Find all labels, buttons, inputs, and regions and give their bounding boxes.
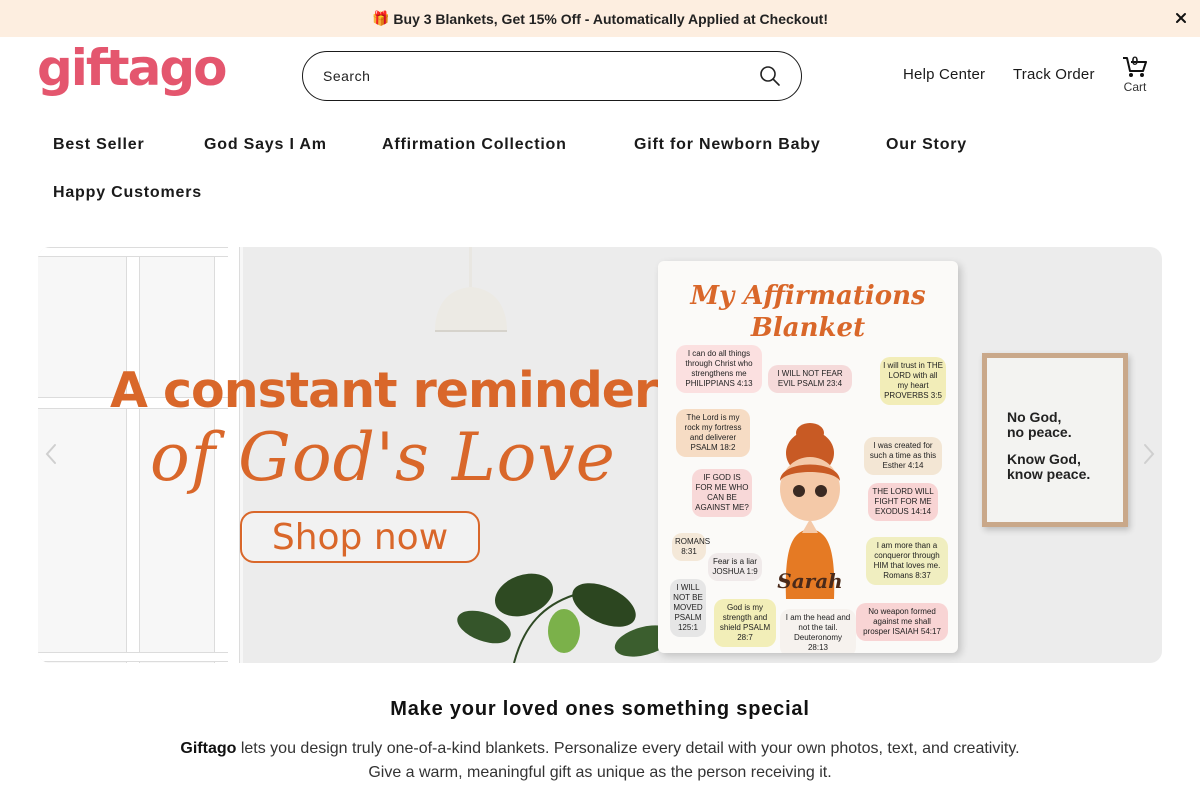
intro-text-2: Give a warm, meaningful gift as unique a… (368, 764, 832, 781)
gift-icon: 🎁 (371, 10, 390, 26)
affirmation-blanket-image: My Affirmations Blanket I can do all thi… (658, 261, 958, 653)
chevron-left-icon[interactable] (40, 437, 62, 471)
announcement-text: Buy 3 Blankets, Get 15% Off - Automatica… (393, 10, 829, 27)
verse-patch: I am the head and not the tail. Deuteron… (780, 609, 856, 653)
intro-section: Make your loved ones something special G… (0, 698, 1200, 785)
poster-line-1: No God, no peace. (1007, 409, 1072, 440)
verse-patch: I WILL NOT FEAR EVIL PSALM 23:4 (768, 365, 852, 393)
verse-patch: Fear is a liar JOSHUA 1:9 (708, 553, 762, 581)
blanket-title-line1: My Affirmations (690, 281, 926, 311)
poster-line-2: Know God, know peace. (1007, 451, 1091, 482)
chevron-right-icon[interactable] (1138, 437, 1160, 471)
verse-patch: ROMANS 8:31 (672, 533, 710, 561)
framed-poster-image: No God, no peace. Know God, know peace. (982, 353, 1128, 527)
nav-item-happy-customers[interactable]: Happy Customers (53, 184, 202, 202)
intro-paragraph: Giftago lets you design truly one-of-a-k… (0, 737, 1200, 785)
cart-count-badge: 0 (1131, 54, 1139, 68)
search-icon[interactable] (759, 65, 781, 87)
search-bar[interactable] (302, 51, 802, 101)
nav-item-affirmation-collection[interactable]: Affirmation Collection (382, 136, 567, 154)
intro-brand: Giftago (180, 740, 237, 757)
search-input[interactable] (323, 68, 759, 84)
cart-button[interactable]: 0 Cart (1118, 53, 1152, 99)
verse-patch: THE LORD WILL FIGHT FOR ME EXODUS 14:14 (868, 483, 938, 521)
banner-headline: A constant reminder (110, 362, 658, 419)
intro-text-1: lets you design truly one-of-a-kind blan… (236, 740, 1020, 757)
logo[interactable]: giftago (37, 43, 227, 93)
verse-patch: I was created for such a time as this Es… (864, 437, 942, 475)
verse-patch: I WILL NOT BE MOVED PSALM 125:1 (670, 579, 706, 637)
shop-now-button[interactable]: Shop now (240, 511, 480, 563)
nav-item-gift-for-newborn-baby[interactable]: Gift for Newborn Baby (634, 136, 821, 154)
blanket-title-line2: Blanket (750, 313, 866, 343)
verse-patch: No weapon formed against me shall prospe… (856, 603, 948, 641)
verse-patch: The Lord is my rock my fortress and deli… (676, 409, 750, 457)
nav-item-god-says-i-am[interactable]: God Says I Am (204, 136, 327, 154)
nav-item-our-story[interactable]: Our Story (886, 136, 967, 154)
close-icon[interactable] (1172, 9, 1190, 27)
banner-script-line: of God's Love (150, 419, 616, 496)
site-header: giftago Help Center Track Order 0 Cart (0, 37, 1200, 117)
pendant-lamp-image (435, 247, 507, 332)
intro-heading: Make your loved ones something special (390, 698, 810, 720)
announcement-bar: 🎁 Buy 3 Blankets, Get 15% Off - Automati… (0, 0, 1200, 37)
verse-patch: IF GOD IS FOR ME WHO CAN BE AGAINST ME? (692, 469, 752, 517)
help-center-link[interactable]: Help Center (903, 66, 985, 83)
cart-label: Cart (1123, 80, 1147, 94)
verse-patch: I will trust in THE LORD with all my hea… (880, 357, 946, 405)
track-order-link[interactable]: Track Order (1013, 66, 1095, 83)
hero-banner[interactable]: A constant reminder of God's Love Shop n… (38, 247, 1162, 663)
blanket-name: Sarah (777, 569, 843, 593)
nav-item-best-seller[interactable]: Best Seller (53, 136, 145, 154)
verse-patch: I can do all things through Christ who s… (676, 345, 762, 393)
verse-patch: God is my strength and shield PSALM 28:7 (714, 599, 776, 647)
verse-patch: I am more than a conqueror through HIM t… (866, 537, 948, 585)
